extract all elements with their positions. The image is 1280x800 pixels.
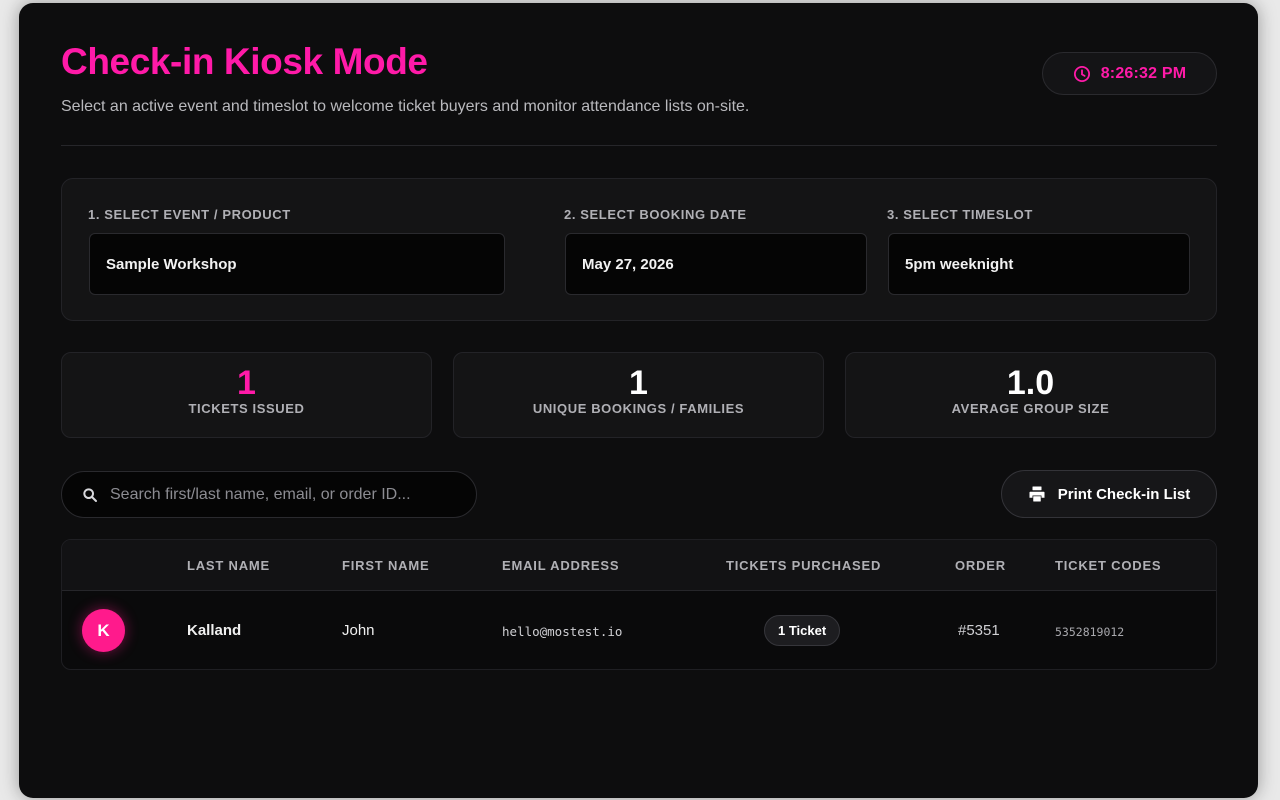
page-title: Check-in Kiosk Mode [61,41,428,82]
page-subtitle: Select an active event and timeslot to w… [61,98,750,115]
print-check-in-list-button[interactable]: Print Check-in List [1001,470,1217,518]
col-ticket-codes[interactable]: TICKET CODES [1055,558,1161,573]
print-button-label: Print Check-in List [1057,485,1191,503]
col-email[interactable]: EMAIL ADDRESS [502,558,619,573]
printer-icon [1029,486,1045,502]
stat-tickets-issued: 1 TICKETS ISSUED [61,352,432,438]
tickets-badge: 1 Ticket [764,615,841,646]
date-select-value: May 27, 2026 [582,255,674,273]
table-header: LAST NAME FIRST NAME EMAIL ADDRESS TICKE… [62,540,1216,591]
kiosk-panel: Check-in Kiosk Mode Select an active eve… [19,3,1258,798]
clock-icon [1073,65,1090,82]
cell-order: #5351 [958,622,1000,639]
timeslot-select[interactable]: 5pm weeknight [888,233,1190,295]
search-bar [61,471,477,518]
avatar: K [82,609,125,652]
table-row[interactable]: K Kalland John hello@mostest.io 1 Ticket… [62,592,1216,669]
search-input[interactable] [110,485,450,504]
col-tickets-purchased[interactable]: TICKETS PURCHASED [726,558,881,573]
search-icon [83,487,97,502]
event-select-value: Sample Workshop [106,255,237,273]
stat-value: 1.0 [1006,364,1055,402]
event-select[interactable]: Sample Workshop [89,233,505,295]
attendee-table: LAST NAME FIRST NAME EMAIL ADDRESS TICKE… [61,539,1217,670]
timeslot-select-label: 3. SELECT TIMESLOT [887,207,1033,222]
header-divider [61,145,1217,146]
stat-label: AVERAGE GROUP SIZE [951,401,1110,416]
col-order[interactable]: ORDER [955,558,1006,573]
date-select[interactable]: May 27, 2026 [565,233,867,295]
live-clock: 8:26:32 PM [1042,52,1217,95]
date-select-label: 2. SELECT BOOKING DATE [564,207,747,222]
col-last-name[interactable]: LAST NAME [187,558,270,573]
cell-last-name: Kalland [187,622,242,639]
stat-label: TICKETS ISSUED [188,401,305,416]
stat-average-group-size: 1.0 AVERAGE GROUP SIZE [845,352,1216,438]
stat-label: UNIQUE BOOKINGS / FAMILIES [532,401,745,416]
stat-value: 1 [237,364,256,402]
cell-first-name: John [342,622,375,639]
clock-time: 8:26:32 PM [1100,64,1187,82]
event-select-label: 1. SELECT EVENT / PRODUCT [88,207,291,222]
selection-card: 1. SELECT EVENT / PRODUCT Sample Worksho… [61,178,1217,321]
cell-email: hello@mostest.io [502,624,623,639]
stat-value: 1 [629,364,648,402]
col-first-name[interactable]: FIRST NAME [342,558,429,573]
cell-ticket-codes: 5352819012 [1055,625,1125,639]
timeslot-select-value: 5pm weeknight [905,255,1014,273]
stat-unique-bookings: 1 UNIQUE BOOKINGS / FAMILIES [453,352,824,438]
